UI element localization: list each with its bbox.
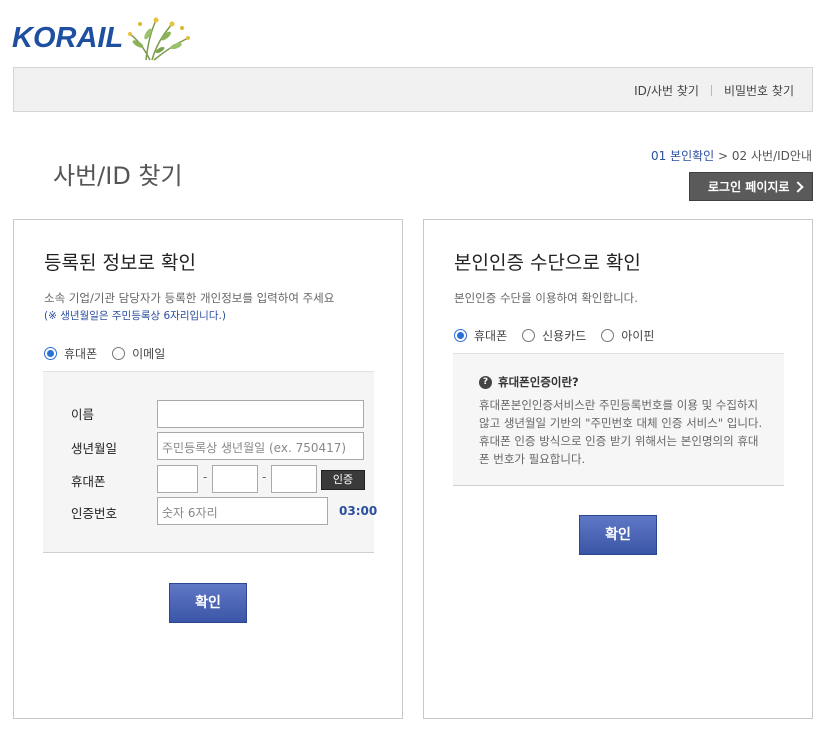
phone-input-2[interactable] <box>212 465 258 493</box>
radio-verify-phone-label: 휴대폰 <box>474 329 508 343</box>
phone-dash-2: - <box>262 470 267 484</box>
auth-timer: 03:00 <box>339 504 378 518</box>
korail-logo[interactable]: KORAIL <box>12 14 197 62</box>
radio-phone-label: 휴대폰 <box>64 347 98 361</box>
registered-info-title: 등록된 정보로 확인 <box>44 252 196 274</box>
name-label: 이름 <box>71 407 95 422</box>
registered-info-confirm-button[interactable]: 확인 <box>169 583 247 623</box>
radio-email-control[interactable] <box>112 347 126 360</box>
chevron-right-icon <box>792 181 804 193</box>
radio-verify-credit-card-control[interactable] <box>522 329 536 342</box>
radio-verify-ipin[interactable]: 아이핀 <box>601 327 654 344</box>
identity-verification-description: 본인인증 수단을 이용하여 확인합니다. <box>454 291 638 305</box>
birthdate-note: (※ 생년월일은 주민등록상 6자리입니다.) <box>44 310 226 322</box>
step-2: 02 사번/ID안내 <box>731 149 812 163</box>
radio-verify-credit-card-label: 신용카드 <box>542 329 587 343</box>
find-password-link[interactable]: 비밀번호 찾기 <box>724 82 794 99</box>
page-title: 사번/ID 찾기 <box>53 162 183 190</box>
registered-info-panel: 등록된 정보로 확인 소속 기업/기관 담당자가 등록한 개인정보를 입력하여 … <box>13 219 403 719</box>
radio-verify-ipin-control[interactable] <box>601 329 615 342</box>
login-page-button[interactable]: 로그인 페이지로 <box>689 172 813 201</box>
step-arrow: > <box>718 149 729 163</box>
question-icon: ? <box>479 375 492 389</box>
login-page-button-label: 로그인 페이지로 <box>708 180 790 194</box>
info-title: ? 휴대폰인증이란? <box>479 374 579 390</box>
logo-text: KORAIL <box>12 22 124 54</box>
top-navigation-bar: ID/사번 찾기 비밀번호 찾기 <box>13 67 813 112</box>
step-indicator: 01 본인확인 > 02 사번/ID안내 <box>651 147 812 164</box>
radio-email[interactable]: 이메일 <box>112 345 165 362</box>
link-divider <box>710 85 712 96</box>
auth-code-label: 인증번호 <box>71 506 118 521</box>
registered-info-description: 소속 기업/기관 담당자가 등록한 개인정보를 입력하여 주세요 <box>44 291 335 305</box>
request-auth-button[interactable]: 인증 <box>321 470 365 490</box>
info-text: 휴대폰본인인증서비스란 주민등록번호를 이용 및 수집하지 않고 생년월일 기반… <box>479 398 763 466</box>
phone-dash-1: - <box>203 470 208 484</box>
phone-input-1[interactable] <box>157 465 198 493</box>
step-1: 01 본인확인 <box>650 149 715 163</box>
phone-label: 휴대폰 <box>71 474 106 489</box>
identity-verification-panel: 본인인증 수단으로 확인 본인인증 수단을 이용하여 확인합니다. 휴대폰 신용… <box>423 219 813 719</box>
name-input[interactable] <box>157 400 364 428</box>
phone-input-3[interactable] <box>271 465 317 493</box>
find-id-link[interactable]: ID/사번 찾기 <box>634 82 699 99</box>
radio-verify-ipin-label: 아이핀 <box>621 329 655 343</box>
birthdate-label: 생년월일 <box>71 441 118 456</box>
identity-verification-title: 본인인증 수단으로 확인 <box>454 252 641 274</box>
flower-illustration-icon <box>128 17 190 61</box>
radio-verify-phone-control[interactable] <box>454 329 467 342</box>
radio-verify-credit-card[interactable]: 신용카드 <box>522 327 586 344</box>
phone-verification-info: ? 휴대폰인증이란? 휴대폰본인인증서비스란 주민등록번호를 이용 및 수집하지… <box>453 353 784 486</box>
radio-phone-control[interactable] <box>44 347 57 360</box>
info-title-text: 휴대폰인증이란? <box>498 375 579 389</box>
radio-email-label: 이메일 <box>132 347 166 361</box>
contact-method-radios: 휴대폰 이메일 <box>44 345 180 362</box>
radio-verify-phone[interactable]: 휴대폰 <box>454 327 507 344</box>
birthdate-input[interactable]: 주민등록상 생년월일 (ex. 750417) <box>157 432 364 460</box>
registered-info-form: 이름 생년월일 주민등록상 생년월일 (ex. 750417) 휴대폰 - - … <box>43 371 378 553</box>
auth-code-input[interactable]: 숫자 6자리 <box>157 497 328 525</box>
verification-method-radios: 휴대폰 신용카드 아이핀 <box>454 327 669 344</box>
identity-verification-confirm-button[interactable]: 확인 <box>579 515 657 555</box>
top-links: ID/사번 찾기 비밀번호 찾기 <box>634 82 794 99</box>
radio-phone[interactable]: 휴대폰 <box>44 345 97 362</box>
